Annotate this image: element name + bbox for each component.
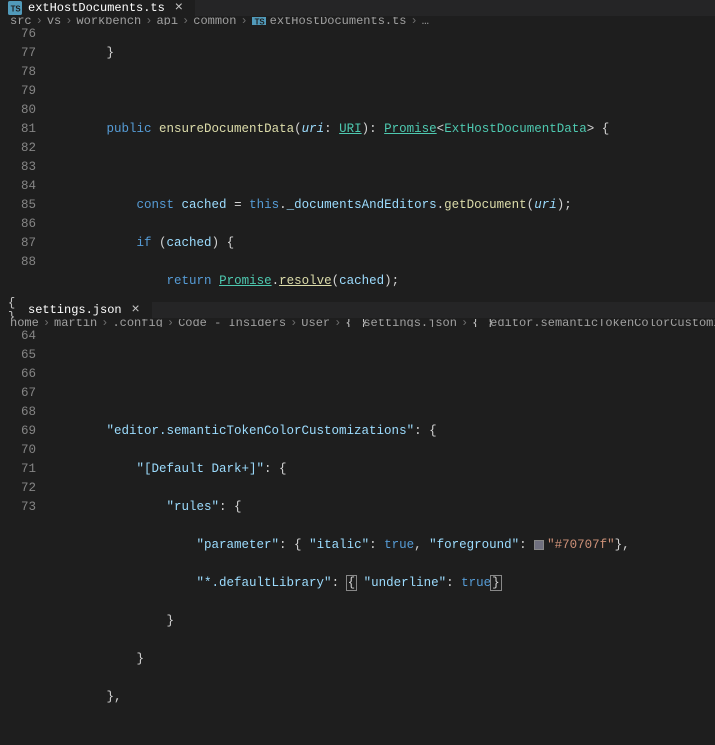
line-number: 80	[0, 101, 36, 120]
tab-label: extHostDocuments.ts	[28, 1, 165, 15]
close-icon[interactable]: ×	[128, 302, 144, 318]
breadcrumb-item[interactable]: editor.semanticTokenColorCustomizations	[490, 319, 715, 327]
svg-text:TS: TS	[11, 5, 21, 14]
line-number: 84	[0, 177, 36, 196]
line-number: 77	[0, 44, 36, 63]
code-line[interactable]: "*.defaultLibrary": { "underline": true}	[54, 574, 715, 593]
breadcrumb-item[interactable]: api	[156, 17, 178, 25]
breadcrumb-item[interactable]: workbench	[76, 17, 141, 25]
chevron-right-icon: ›	[240, 17, 247, 25]
line-number: 64	[0, 327, 36, 346]
editor-pane-top: TS extHostDocuments.ts × src › vs › workbe…	[0, 0, 715, 302]
json-braces-icon: { }	[345, 319, 359, 327]
color-swatch-icon[interactable]	[534, 540, 544, 550]
bracket-match-highlight: {	[347, 576, 357, 590]
line-number: 76	[0, 25, 36, 44]
line-number: 67	[0, 384, 36, 403]
code-line[interactable]: return Promise.resolve(cached);	[54, 272, 715, 291]
line-number: 73	[0, 498, 36, 517]
tab-settings-json[interactable]: { } settings.json ×	[0, 302, 153, 318]
line-number: 85	[0, 196, 36, 215]
breadcrumb-item[interactable]: common	[193, 17, 236, 25]
code-line[interactable]: "rules": {	[54, 498, 715, 517]
chevron-right-icon: ›	[65, 17, 72, 25]
line-number: 79	[0, 82, 36, 101]
typescript-file-icon: TS	[8, 1, 22, 15]
chevron-right-icon: ›	[145, 17, 152, 25]
line-number: 81	[0, 120, 36, 139]
svg-text:TS: TS	[254, 18, 264, 26]
bracket-match-highlight: }	[491, 576, 501, 590]
chevron-right-icon: ›	[461, 319, 468, 327]
line-number-gutter: 64 65 66 67 68 69 70 71 72 73	[0, 327, 54, 745]
chevron-right-icon: ›	[43, 319, 50, 327]
code-line[interactable]: }	[54, 612, 715, 631]
chevron-right-icon: ›	[36, 17, 43, 25]
json-braces-icon: { }	[472, 319, 486, 327]
code-line[interactable]	[54, 82, 715, 101]
code-line[interactable]: }	[54, 650, 715, 669]
code-line[interactable]: public ensureDocumentData(uri: URI): Pro…	[54, 120, 715, 139]
line-number: 70	[0, 441, 36, 460]
breadcrumb-item[interactable]: extHostDocuments.ts	[270, 17, 407, 25]
chevron-right-icon: ›	[411, 17, 418, 25]
breadcrumb-item[interactable]: settings.json	[363, 319, 457, 327]
code-editor-bottom[interactable]: 64 65 66 67 68 69 70 71 72 73 "editor.se…	[0, 327, 715, 745]
line-number: 82	[0, 139, 36, 158]
line-number: 83	[0, 158, 36, 177]
tab-label: settings.json	[28, 303, 122, 317]
tab-bar-top: TS extHostDocuments.ts ×	[0, 0, 715, 17]
code-line[interactable]	[54, 346, 715, 365]
breadcrumb-item[interactable]: …	[422, 17, 429, 25]
code-line[interactable]: }	[54, 44, 715, 63]
code-content[interactable]: "editor.semanticTokenColorCustomizations…	[54, 327, 715, 745]
breadcrumb-item[interactable]: .config	[112, 319, 162, 327]
line-number: 69	[0, 422, 36, 441]
line-number: 88	[0, 253, 36, 272]
breadcrumbs-top[interactable]: src › vs › workbench › api › common › TS extH…	[0, 17, 715, 25]
code-line[interactable]	[54, 384, 715, 403]
line-number: 65	[0, 346, 36, 365]
line-number: 86	[0, 215, 36, 234]
line-number: 78	[0, 63, 36, 82]
breadcrumb-item[interactable]: home	[10, 319, 39, 327]
tab-bar-bottom: { } settings.json ×	[0, 302, 715, 319]
code-line[interactable]: "editor.semanticTokenColorCustomizations…	[54, 422, 715, 441]
typescript-file-icon: TS	[252, 17, 266, 25]
code-line[interactable]: "[Default Dark+]": {	[54, 460, 715, 479]
breadcrumb-item[interactable]: vs	[47, 17, 61, 25]
code-line[interactable]: "parameter": { "italic": true, "foregrou…	[54, 536, 715, 555]
chevron-right-icon: ›	[167, 319, 174, 327]
json-braces-icon: { }	[8, 303, 22, 317]
chevron-right-icon: ›	[182, 17, 189, 25]
tab-exthostdocuments[interactable]: TS extHostDocuments.ts ×	[0, 0, 196, 16]
line-number: 68	[0, 403, 36, 422]
breadcrumb-item[interactable]: User	[301, 319, 330, 327]
code-line[interactable]: if (cached) {	[54, 234, 715, 253]
code-line[interactable]	[54, 158, 715, 177]
code-line[interactable]: const cached = this._documentsAndEditors…	[54, 196, 715, 215]
breadcrumbs-bottom[interactable]: home› martin› .config› Code - Insiders› …	[0, 319, 715, 327]
line-number: 72	[0, 479, 36, 498]
code-line[interactable]: },	[54, 688, 715, 707]
breadcrumb-item[interactable]: Code - Insiders	[178, 319, 286, 327]
chevron-right-icon: ›	[101, 319, 108, 327]
chevron-right-icon: ›	[290, 319, 297, 327]
line-number: 87	[0, 234, 36, 253]
breadcrumb-item[interactable]: martin	[54, 319, 97, 327]
line-number: 71	[0, 460, 36, 479]
editor-pane-bottom: { } settings.json × home › martin › .confi…	[0, 302, 715, 548]
line-number: 66	[0, 365, 36, 384]
close-icon[interactable]: ×	[171, 0, 187, 16]
breadcrumb-item[interactable]: src	[10, 17, 32, 25]
chevron-right-icon: ›	[334, 319, 341, 327]
